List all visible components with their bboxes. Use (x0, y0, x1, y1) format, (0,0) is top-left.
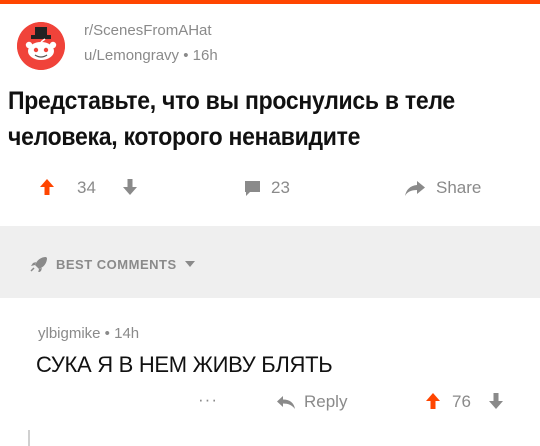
comment-body: СУКА Я В НЕМ ЖИВУ БЛЯТЬ (36, 352, 333, 377)
post-downvote-button[interactable] (122, 178, 138, 196)
subreddit-avatar[interactable] (17, 22, 65, 70)
reply-arrow-icon (277, 395, 295, 409)
post-comment-count: 23 (271, 178, 290, 197)
downvote-arrow-icon (489, 393, 503, 409)
post-author-time[interactable]: u/Lemongravy • 16h (84, 47, 218, 64)
comment-downvote-button[interactable] (488, 392, 504, 410)
share-arrow-icon (405, 180, 425, 196)
post-vote-count: 34 (77, 178, 96, 197)
subreddit-name[interactable]: r/ScenesFromAHat (84, 22, 212, 39)
rocket-icon (30, 257, 47, 272)
comment-author-time[interactable]: ylbigmike • 14h (38, 325, 139, 342)
upvote-arrow-icon (40, 179, 54, 195)
downvote-arrow-icon (123, 179, 137, 195)
post-comments-button[interactable]: 23 (244, 178, 290, 198)
post-action-bar: 34 23 Share (0, 178, 540, 208)
comment-upvote-button[interactable] (425, 392, 441, 410)
comment-action-bar: ··· Reply 76 (0, 390, 540, 422)
upvote-arrow-icon (426, 393, 440, 409)
post-upvote-button[interactable] (39, 178, 55, 196)
sort-comments-button[interactable]: BEST COMMENTS (30, 256, 195, 272)
chevron-down-icon (184, 260, 195, 267)
comment-vote-count: 76 (452, 392, 471, 411)
comment-reply-button[interactable]: Reply (276, 392, 347, 412)
top-accent-bar (0, 0, 540, 4)
reddit-alien-icon (17, 22, 65, 70)
comment-bubble-icon (245, 180, 260, 196)
post-title[interactable]: Представьте, что вы проснулись в теле че… (8, 83, 538, 155)
reply-label: Reply (304, 392, 348, 411)
sort-label: BEST COMMENTS (56, 256, 177, 272)
comment-thread-line[interactable] (28, 430, 30, 446)
post-share-button[interactable]: Share (404, 178, 481, 198)
comment-more-button[interactable]: ··· (198, 390, 218, 410)
share-label: Share (436, 178, 482, 197)
